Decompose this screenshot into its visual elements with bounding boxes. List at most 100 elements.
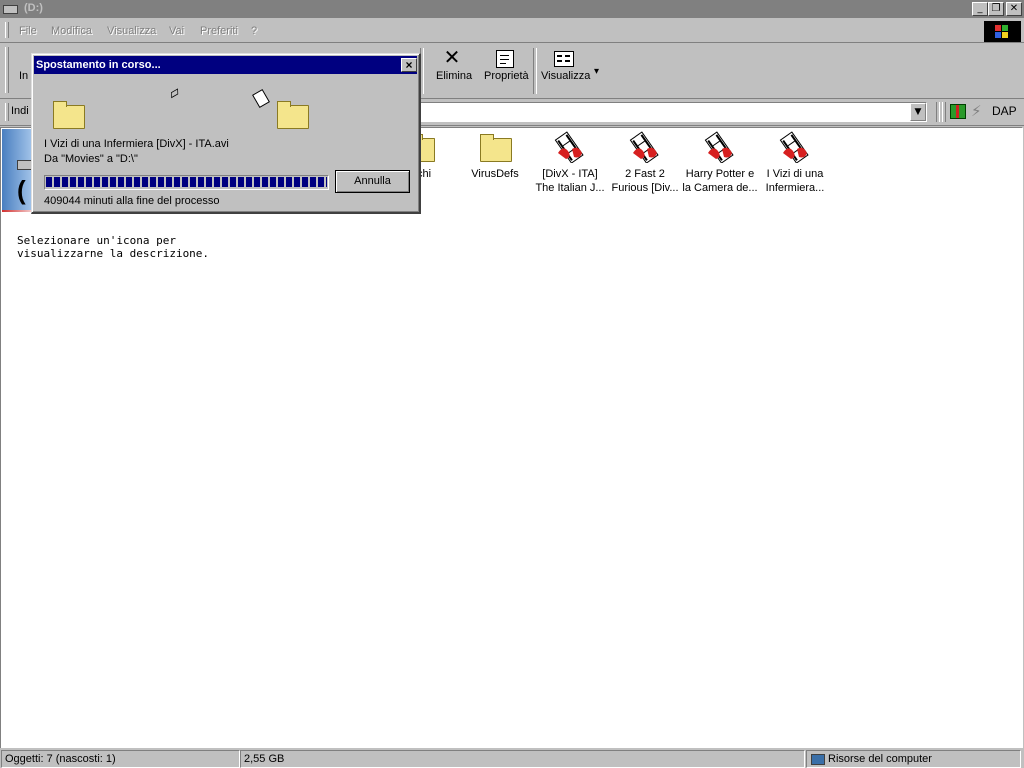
progress-segment xyxy=(286,177,292,187)
status-location-text: Risorse del computer xyxy=(828,753,932,765)
view-dropdown-arrow[interactable]: ▾ xyxy=(594,66,599,77)
progress-segment xyxy=(230,177,236,187)
menu-help[interactable]: ? xyxy=(251,25,257,37)
file-label-line2[interactable]: Infermiera... xyxy=(755,181,835,195)
destination-folder-icon xyxy=(277,101,309,129)
flying-document-icon: ▱ xyxy=(165,83,184,103)
left-panel-title: ( xyxy=(17,175,26,205)
progress-segment xyxy=(214,177,220,187)
address-grip xyxy=(5,103,9,121)
progress-fill xyxy=(46,177,327,188)
folder-icon[interactable] xyxy=(480,134,512,162)
progress-segment xyxy=(166,177,172,187)
dialog-filename: I Vizi di una Infermiera [DivX] - ITA.av… xyxy=(44,138,229,150)
move-dialog: Spostamento in corso... × ▱ I Vizi di un… xyxy=(31,53,421,214)
file-label-line1[interactable]: [DivX - ITA] xyxy=(530,167,610,181)
progress-segment xyxy=(142,177,148,187)
progress-segment xyxy=(294,177,300,187)
progress-segment xyxy=(246,177,252,187)
content-area xyxy=(0,127,1023,749)
window-titlebar: (D:) _ ❐ ✕ xyxy=(0,0,1024,18)
progress-segment xyxy=(150,177,156,187)
menu-visualizza[interactable]: Visualizza xyxy=(107,25,156,37)
progress-segment xyxy=(278,177,284,187)
view-icon xyxy=(554,51,574,67)
progress-segment xyxy=(46,177,52,187)
dialog-titlebar: Spostamento in corso... × xyxy=(34,56,417,74)
dialog-time-remaining: 409044 minuti alla fine del processo xyxy=(44,195,220,207)
delete-icon: ✕ xyxy=(443,45,461,69)
toolbar-grip xyxy=(5,47,9,93)
dialog-title: Spostamento in corso... xyxy=(36,59,161,71)
status-objects: Oggetti: 7 (nascosti: 1) xyxy=(1,750,240,768)
progress-segment xyxy=(190,177,196,187)
window-title: (D:) xyxy=(24,2,43,14)
video-file-icon[interactable] xyxy=(704,131,736,163)
progress-segment xyxy=(198,177,204,187)
progress-segment xyxy=(102,177,108,187)
minimize-button[interactable]: _ xyxy=(972,2,988,16)
file-label-line1[interactable]: 2 Fast 2 xyxy=(605,167,685,181)
left-panel-description: Selezionare un'icona per visualizzarne l… xyxy=(17,234,210,260)
address-input[interactable] xyxy=(420,102,927,122)
progress-segment xyxy=(110,177,116,187)
computer-icon xyxy=(811,754,825,765)
video-file-icon[interactable] xyxy=(629,131,661,163)
progress-segment xyxy=(310,177,316,187)
video-file-icon[interactable] xyxy=(554,131,586,163)
address-label: Indi xyxy=(11,105,29,117)
file-label-line2[interactable]: The Italian J... xyxy=(530,181,610,195)
restore-button[interactable]: ❐ xyxy=(988,2,1004,16)
progress-segment xyxy=(70,177,76,187)
links-grip xyxy=(942,102,946,122)
cancel-button[interactable]: Annulla xyxy=(335,170,410,193)
file-label-virusdefs[interactable]: VirusDefs xyxy=(455,167,535,181)
dap-link[interactable]: DAP xyxy=(992,104,1017,118)
dap-lightning-icon[interactable]: ⚡ xyxy=(971,102,982,120)
menu-file[interactable]: File xyxy=(19,25,37,37)
view-button[interactable]: Visualizza xyxy=(541,70,590,82)
progress-segment xyxy=(78,177,84,187)
video-file-icon[interactable] xyxy=(779,131,811,163)
progress-segment xyxy=(134,177,140,187)
dialog-from-to: Da "Movies" a "D:\" xyxy=(44,153,138,165)
cancel-button-label: Annulla xyxy=(354,175,391,187)
progress-segment xyxy=(238,177,244,187)
progress-segment xyxy=(302,177,308,187)
properties-button[interactable]: Proprietà xyxy=(484,70,529,82)
address-dropdown-button[interactable]: ▼ xyxy=(910,103,926,121)
file-label-line1[interactable]: Harry Potter e xyxy=(680,167,760,181)
progress-segment xyxy=(318,177,324,187)
flying-document-icon xyxy=(252,89,270,108)
toolbar-partial-button[interactable]: In xyxy=(19,70,28,82)
progress-segment xyxy=(182,177,188,187)
gift-icon[interactable] xyxy=(950,104,966,119)
file-label-line1[interactable]: I Vizi di una xyxy=(755,167,835,181)
address-separator xyxy=(936,102,940,122)
progress-segment xyxy=(126,177,132,187)
status-size-text: 2,55 GB xyxy=(244,753,285,765)
menu-preferiti[interactable]: Preferiti xyxy=(200,25,238,37)
progress-segment xyxy=(262,177,268,187)
file-label-line2[interactable]: la Camera de... xyxy=(680,181,760,195)
progress-segment xyxy=(174,177,180,187)
toolbar-separator-2 xyxy=(533,48,537,94)
progress-segment xyxy=(222,177,228,187)
progress-segment xyxy=(62,177,68,187)
menu-grip xyxy=(5,22,9,38)
menu-modifica[interactable]: Modifica xyxy=(51,25,92,37)
progress-segment xyxy=(158,177,164,187)
status-location: Risorse del computer xyxy=(806,750,1021,768)
file-label-line2[interactable]: Furious [Div... xyxy=(605,181,685,195)
properties-icon xyxy=(496,50,514,68)
progress-segment xyxy=(206,177,212,187)
menu-vai[interactable]: Vai xyxy=(169,25,184,37)
delete-button[interactable]: Elimina xyxy=(436,70,472,82)
close-button[interactable]: ✕ xyxy=(1006,2,1022,16)
dialog-close-button[interactable]: × xyxy=(401,58,417,72)
progress-segment xyxy=(54,177,60,187)
source-folder-icon xyxy=(53,101,85,129)
progress-segment xyxy=(118,177,124,187)
progress-segment xyxy=(326,177,327,187)
drive-icon xyxy=(3,5,18,14)
